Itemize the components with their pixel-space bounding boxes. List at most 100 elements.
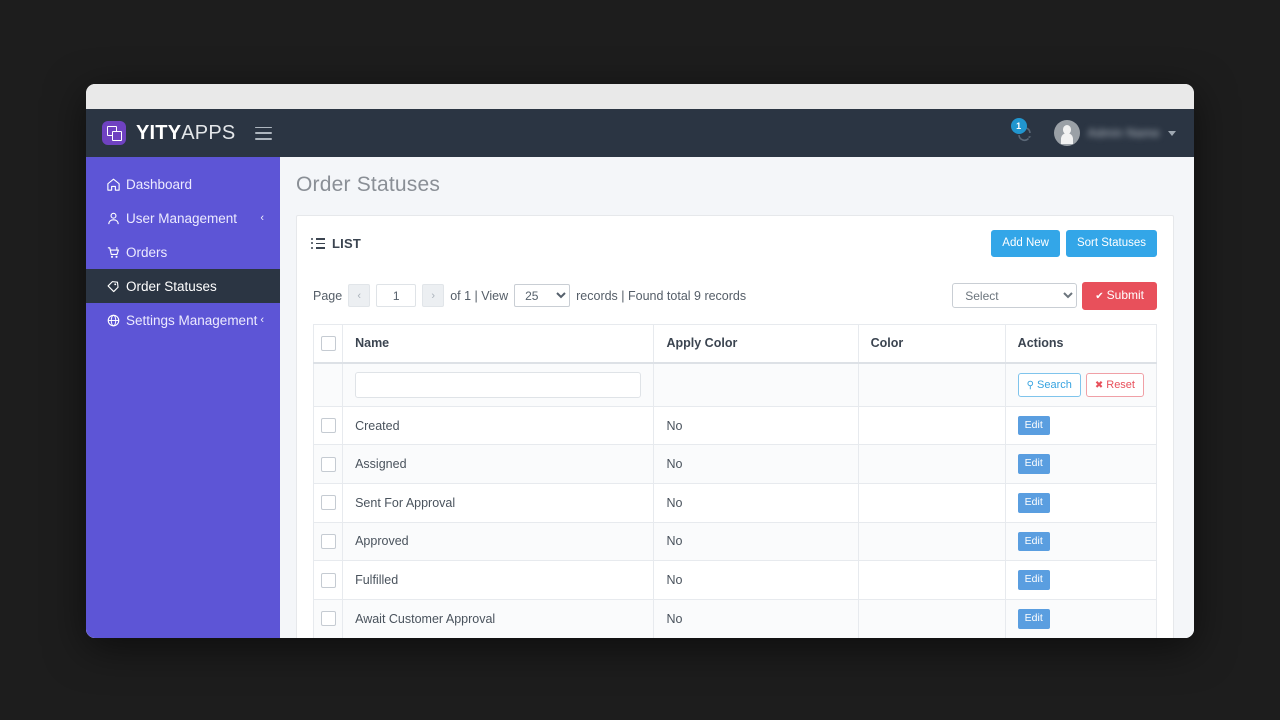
notification-button[interactable]: 1 <box>1010 118 1038 146</box>
row-actions: Edit <box>1004 521 1158 562</box>
main-content: Order Statuses LIST Add New Sort Statuse… <box>280 157 1194 638</box>
add-new-button[interactable]: Add New <box>991 230 1060 257</box>
row-checkbox-cell <box>312 598 344 638</box>
row-apply-color: No <box>653 521 859 562</box>
table-row[interactable]: Assigned No Edit <box>312 444 1158 485</box>
records-found-label: records | Found total 9 records <box>576 288 747 303</box>
reset-button[interactable]: ✖ Reset <box>1085 372 1144 397</box>
card-header-buttons: Add New Sort Statuses <box>991 230 1157 257</box>
page-label: Page <box>313 288 343 303</box>
row-apply-color: No <box>653 560 859 600</box>
hamburger-menu-icon[interactable] <box>255 126 273 140</box>
records-per-page-select[interactable]: 25 <box>514 284 571 308</box>
brand-light-text: APPS <box>181 121 236 144</box>
list-title: LIST <box>332 235 361 251</box>
row-apply-color: No <box>653 483 859 523</box>
row-name: Fulfilled <box>342 560 655 600</box>
row-checkbox-cell <box>312 405 344 446</box>
edit-button[interactable]: Edit <box>1017 493 1050 513</box>
filter-cell-checkbox <box>312 362 344 407</box>
row-checkbox-cell <box>312 444 344 485</box>
row-apply-color: No <box>653 444 859 485</box>
search-button[interactable]: ⚲ Search <box>1017 372 1081 397</box>
bulk-action-select[interactable]: Select <box>952 283 1078 309</box>
edit-button[interactable]: Edit <box>1017 531 1050 552</box>
edit-button[interactable]: Edit <box>1017 415 1050 436</box>
user-icon <box>106 211 126 226</box>
top-navbar: YITYAPPS 1 Admin Name <box>86 109 1194 157</box>
row-checkbox[interactable] <box>320 534 336 550</box>
table-row[interactable]: Sent For Approval No Edit <box>312 483 1158 523</box>
row-apply-color: No <box>653 405 859 446</box>
row-checkbox-cell <box>312 483 344 523</box>
table-toolbar: Page ‹ › of 1 | View 25 records | Found … <box>297 270 1173 324</box>
search-label: Search <box>1037 378 1072 391</box>
order-statuses-table: Name Apply Color Color Actions ⚲ Search … <box>312 323 1158 638</box>
sidebar-item-user-management[interactable]: User Management ‹ <box>86 201 280 235</box>
row-name: Approved <box>342 521 655 562</box>
list-card: LIST Add New Sort Statuses Page ‹ 1 › of… <box>296 215 1174 638</box>
row-checkbox[interactable] <box>320 611 336 627</box>
row-checkbox-cell <box>312 560 344 600</box>
select-all-header <box>312 323 344 364</box>
sidebar-item-label: Settings Management <box>126 312 258 328</box>
row-color <box>857 521 1006 562</box>
row-name: Created <box>342 405 655 446</box>
user-avatar-icon <box>1053 120 1080 146</box>
row-checkbox-cell <box>312 521 344 562</box>
notification-count-badge: 1 <box>1010 118 1027 134</box>
column-header-name[interactable]: Name <box>342 323 655 364</box>
cart-icon <box>106 245 126 260</box>
check-icon: ✔ <box>1095 290 1104 302</box>
select-all-checkbox[interactable] <box>320 335 336 351</box>
sidebar-item-label: Dashboard <box>126 176 193 192</box>
name-search-input[interactable] <box>355 371 642 398</box>
submit-button[interactable]: ✔ Submit <box>1082 281 1157 310</box>
column-header-color[interactable]: Color <box>857 323 1006 364</box>
row-name: Assigned <box>342 444 655 485</box>
browser-window: YITYAPPS 1 Admin Name Dashboard User Man… <box>86 84 1194 638</box>
row-actions: Edit <box>1004 560 1158 600</box>
sidebar-nav: Dashboard User Management ‹ Orders Order… <box>86 157 280 638</box>
page-body: Dashboard User Management ‹ Orders Order… <box>86 157 1194 638</box>
submit-label: Submit <box>1106 287 1144 302</box>
brand-bold-text: YITY <box>136 121 182 144</box>
user-menu[interactable]: Admin Name <box>1053 120 1176 146</box>
table-row[interactable]: Await Customer Approval No Edit <box>312 598 1158 638</box>
sidebar-item-order-statuses[interactable]: Order Statuses <box>86 269 280 303</box>
top-navbar-right: 1 Admin Name <box>1010 118 1176 146</box>
prev-page-button[interactable]: ‹ <box>348 284 371 308</box>
sidebar-item-settings-management[interactable]: Settings Management ‹ <box>86 303 280 337</box>
sidebar-caret: ‹ <box>260 212 264 224</box>
edit-button[interactable]: Edit <box>1017 608 1050 629</box>
filter-cell-actions: ⚲ Search ✖ Reset <box>1004 362 1158 407</box>
desktop-background: YITYAPPS 1 Admin Name Dashboard User Man… <box>0 0 1280 720</box>
table-row[interactable]: Created No Edit <box>312 405 1158 446</box>
filter-cell-name <box>342 362 655 407</box>
chevron-down-icon <box>1168 130 1176 136</box>
sidebar-item-orders[interactable]: Orders <box>86 235 280 269</box>
next-page-button[interactable]: › <box>422 284 445 308</box>
table-row[interactable]: Approved No Edit <box>312 521 1158 562</box>
table-row[interactable]: Fulfilled No Edit <box>312 560 1158 600</box>
home-icon <box>106 177 126 192</box>
row-actions: Edit <box>1004 405 1158 446</box>
sort-statuses-button[interactable]: Sort Statuses <box>1065 230 1157 257</box>
page-number-input[interactable] <box>376 284 417 308</box>
globe-gear-icon <box>106 313 126 328</box>
card-header-left: LIST <box>311 236 361 251</box>
row-color <box>857 444 1006 485</box>
sidebar-item-dashboard[interactable]: Dashboard <box>86 167 280 201</box>
row-checkbox[interactable] <box>320 418 336 434</box>
tags-icon <box>106 279 126 294</box>
sidebar-item-label: User Management <box>126 210 238 226</box>
table-head: Name Apply Color Color Actions <box>312 323 1158 364</box>
card-header: LIST Add New Sort Statuses <box>297 216 1173 270</box>
row-actions: Edit <box>1004 598 1158 638</box>
column-header-apply-color[interactable]: Apply Color <box>653 323 859 364</box>
edit-button[interactable]: Edit <box>1017 570 1050 590</box>
row-checkbox[interactable] <box>320 572 336 588</box>
edit-button[interactable]: Edit <box>1017 454 1050 475</box>
row-checkbox[interactable] <box>320 456 336 472</box>
row-checkbox[interactable] <box>320 495 336 511</box>
